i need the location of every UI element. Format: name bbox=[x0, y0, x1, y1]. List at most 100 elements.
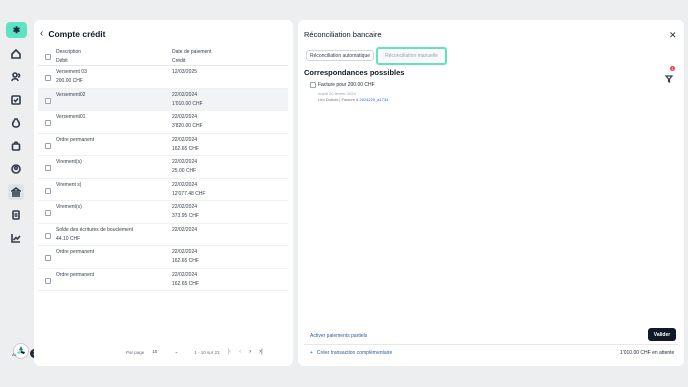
validate-button[interactable]: Valider bbox=[648, 328, 676, 341]
pagination: Par page 10 ⌄ 1 - 10 sur 23 |‹ ‹ › ›| bbox=[126, 349, 263, 355]
table-row[interactable]: Virement(s) 22/02/2024 373.95 CHF bbox=[38, 201, 288, 224]
row-checkbox[interactable] bbox=[45, 277, 51, 284]
transactions-table: Versement 03 200.00 CHF 12/03/2025 Versemen… bbox=[38, 66, 288, 291]
filter-count-badge: 1 bbox=[670, 66, 675, 71]
next-page-icon[interactable]: › bbox=[249, 349, 251, 355]
row-date: 22/02/2024 bbox=[172, 226, 197, 235]
row-description: Ordre permanent bbox=[56, 248, 94, 257]
credit-value: 162.65 CHF bbox=[172, 145, 199, 152]
shopping-bag-icon[interactable] bbox=[8, 138, 24, 154]
description-text: Ordre permanent bbox=[56, 249, 95, 255]
payment-date: 22/02/2024 bbox=[172, 91, 198, 98]
row-date: 22/02/2024 162.65 CHF bbox=[172, 271, 199, 289]
row-description: Versement 03 200.00 CHF bbox=[56, 68, 87, 86]
header-description: Description bbox=[56, 49, 82, 55]
divider bbox=[304, 344, 678, 345]
invoice-link[interactable]: # 2024220_a1734 bbox=[356, 97, 388, 102]
credit-value: 162.65 CHF bbox=[172, 258, 199, 264]
description-text: Versement01 bbox=[56, 114, 86, 120]
row-checkbox[interactable] bbox=[45, 97, 51, 104]
credit-value: 373.95 CHF bbox=[172, 213, 199, 219]
row-date: 22/02/2024 25.00 CHF bbox=[172, 158, 197, 176]
table-row[interactable]: Solde des écritures de bouclement 44.10 C… bbox=[38, 224, 288, 246]
debit-value: 200.00 CHF bbox=[56, 78, 83, 84]
match-checkbox[interactable] bbox=[310, 82, 316, 88]
payment-date: 22/02/2024 bbox=[172, 249, 198, 255]
avatar-initials: AL bbox=[12, 352, 17, 357]
credit-value: 12'077.48 CHF bbox=[172, 190, 206, 197]
per-page-value: 10 bbox=[152, 349, 158, 354]
table-row[interactable]: Ordre permanent 22/02/2024 162.65 CHF bbox=[38, 246, 288, 269]
row-checkbox[interactable] bbox=[45, 255, 51, 261]
checklist-icon[interactable] bbox=[8, 92, 24, 108]
last-page-icon[interactable]: ›| bbox=[259, 349, 263, 355]
filter-icon[interactable] bbox=[664, 70, 674, 83]
description-text: Versement 03 bbox=[56, 69, 87, 75]
row-description: Solde des écritures de bouclement 44.10 C… bbox=[56, 226, 133, 244]
row-checkbox[interactable] bbox=[45, 210, 51, 216]
row-date: 12/03/2025 bbox=[172, 68, 197, 77]
create-transaction-label: Créer transaction complémentaire bbox=[316, 350, 393, 356]
plus-icon: + bbox=[310, 350, 313, 356]
row-description: Virement s) bbox=[56, 181, 81, 190]
per-page-select[interactable]: 10 ⌄ bbox=[152, 349, 178, 355]
table-row[interactable]: Ordre permanent 22/02/2024 162.65 CHF bbox=[38, 134, 288, 156]
payment-date: 22/02/2024 bbox=[172, 159, 198, 165]
select-all-checkbox[interactable] bbox=[45, 54, 51, 60]
table-header: Description Débit Date de paiement Crédi… bbox=[38, 48, 288, 66]
payment-date: 22/02/2024 bbox=[172, 181, 198, 188]
description-text: Virement s) bbox=[56, 181, 82, 188]
create-transaction-button[interactable]: + Créer transaction complémentaire bbox=[310, 350, 392, 356]
table-row[interactable]: Versement02 22/02/2024 1'010.00 CHF bbox=[38, 88, 288, 111]
activate-partial-payments-link[interactable]: Activer paiements partiels bbox=[310, 333, 367, 339]
match-date: mardi 20 février 2024 bbox=[318, 91, 356, 96]
tab-automatic-reconciliation[interactable]: Réconciliation automatique bbox=[306, 50, 374, 61]
moneybag-icon[interactable] bbox=[8, 115, 24, 131]
app-logo[interactable]: ✱ bbox=[6, 22, 27, 38]
users-icon[interactable] bbox=[8, 69, 24, 85]
description-text: Versement02 bbox=[56, 91, 86, 98]
description-text: Virement(s) bbox=[56, 204, 82, 210]
home-icon[interactable] bbox=[8, 46, 24, 62]
row-checkbox[interactable] bbox=[45, 165, 51, 171]
row-description: Versement01 bbox=[56, 113, 85, 122]
credit-value: 25.00 CHF bbox=[172, 168, 197, 174]
row-checkbox[interactable] bbox=[45, 232, 51, 239]
first-page-icon[interactable]: |‹ bbox=[228, 349, 232, 355]
row-date: 22/02/2024 3'820.00 CHF bbox=[172, 113, 203, 131]
table-row[interactable]: Virement(s) 22/02/2024 25.00 CHF bbox=[38, 156, 288, 179]
credit-value: 162.65 CHF bbox=[172, 280, 199, 287]
row-checkbox[interactable] bbox=[45, 187, 51, 194]
row-checkbox[interactable] bbox=[45, 120, 51, 126]
payment-date: 22/02/2024 bbox=[172, 226, 198, 233]
row-description: Ordre permanent bbox=[56, 271, 94, 280]
bank-icon[interactable] bbox=[8, 184, 24, 200]
header-debit: Débit bbox=[56, 58, 68, 64]
table-row[interactable]: Versement01 22/02/2024 3'820.00 CHF bbox=[38, 111, 288, 134]
row-description: Ordre permanent bbox=[56, 136, 94, 145]
logo-glyph: ✱ bbox=[12, 24, 21, 35]
row-checkbox[interactable] bbox=[45, 75, 51, 81]
user-circle-icon[interactable] bbox=[8, 161, 24, 177]
page-range: 1 - 10 sur 23 bbox=[194, 349, 220, 355]
debit-value: 44.10 CHF bbox=[56, 235, 81, 242]
row-date: 22/02/2024 162.65 CHF bbox=[172, 136, 199, 154]
documents-icon[interactable] bbox=[8, 207, 24, 223]
payment-date: 22/02/2024 bbox=[172, 114, 198, 120]
panel-header: ‹ Compte crédit bbox=[40, 28, 106, 39]
header-credit: Crédit bbox=[172, 58, 186, 64]
chart-icon[interactable] bbox=[8, 230, 24, 246]
close-icon[interactable]: ✕ bbox=[669, 30, 677, 41]
table-row[interactable]: Versement 03 200.00 CHF 12/03/2025 bbox=[38, 66, 288, 89]
tab-manual-reconciliation[interactable]: Réconciliation manuelle bbox=[376, 47, 447, 65]
table-row[interactable]: Virement s) 22/02/2024 12'077.48 CHF bbox=[38, 179, 288, 201]
back-chevron-icon[interactable]: ‹ bbox=[40, 28, 43, 39]
prev-page-icon[interactable]: ‹ bbox=[239, 349, 241, 355]
sidebar: ✱ AL 3 bbox=[0, 0, 39, 387]
page-title: Compte crédit bbox=[48, 28, 106, 39]
table-row[interactable]: Ordre permanent 22/02/2024 162.65 CHF bbox=[38, 269, 288, 291]
tab-manual-label: Réconciliation manuelle bbox=[381, 51, 442, 61]
row-date: 22/02/2024 12'077.48 CHF bbox=[172, 181, 205, 199]
row-checkbox[interactable] bbox=[45, 142, 51, 149]
per-page-label: Par page bbox=[126, 349, 145, 355]
